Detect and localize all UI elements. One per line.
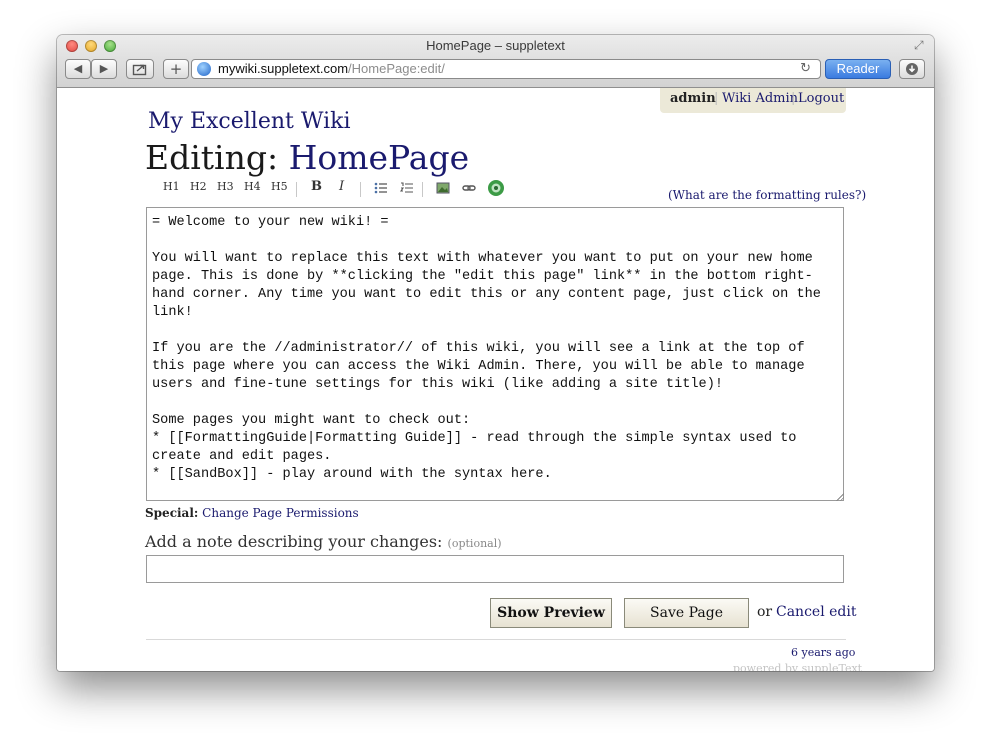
url-path: /HomePage:edit/	[348, 61, 445, 76]
heading1-button[interactable]: H1	[163, 180, 180, 193]
or-text: or	[757, 604, 773, 620]
logout-link[interactable]: Logout	[798, 88, 844, 110]
fullscreen-icon[interactable]: ⤢	[914, 38, 928, 52]
footer-divider	[146, 639, 846, 640]
download-icon	[906, 63, 918, 75]
divider: |	[714, 91, 719, 106]
page-title-name: HomePage	[288, 138, 470, 177]
user-bar: admin | Wiki Admin | Logout	[660, 88, 846, 113]
plus-icon: +	[169, 60, 183, 78]
forward-arrow-icon: ▶	[99, 62, 109, 75]
share-icon	[132, 64, 147, 76]
toolbar-divider	[296, 182, 297, 197]
downloads-button[interactable]	[899, 59, 925, 79]
toolbar-divider	[422, 182, 423, 197]
url-text: mywiki.suppletext.com/HomePage:edit/	[218, 60, 445, 78]
page-title: Editing: HomePage	[145, 138, 469, 177]
note-label: Add a note describing your changes: (opt…	[145, 532, 502, 551]
heading4-button[interactable]: H4	[244, 180, 261, 193]
globe-icon	[197, 62, 211, 76]
special-links: Special: Change Page Permissions	[145, 506, 359, 520]
toolbar-divider	[360, 182, 361, 197]
back-arrow-icon: ◀	[73, 62, 83, 75]
browser-toolbar: HomePage – suppletext ⤢ ◀ ▶ + mywiki.sup…	[57, 35, 934, 88]
share-button[interactable]	[126, 59, 154, 79]
forward-button[interactable]: ▶	[91, 59, 117, 79]
cancel-edit-link[interactable]: Cancel edit	[776, 604, 856, 620]
image-icon[interactable]	[436, 181, 450, 195]
browser-window: HomePage – suppletext ⤢ ◀ ▶ + mywiki.sup…	[57, 35, 934, 671]
link-icon[interactable]	[462, 181, 476, 195]
heading2-button[interactable]: H2	[190, 180, 207, 193]
powered-by-text[interactable]: powered by suppleText	[733, 662, 862, 671]
note-label-text: Add a note describing your changes:	[145, 532, 443, 551]
last-edited-time[interactable]: 6 years ago	[791, 646, 855, 659]
embed-media-icon[interactable]	[487, 179, 505, 197]
site-title-link[interactable]: My Excellent Wiki	[148, 109, 350, 134]
reader-button[interactable]: Reader	[825, 59, 891, 79]
new-tab-button[interactable]: +	[163, 59, 189, 79]
divider: |	[791, 91, 796, 106]
numbered-list-icon[interactable]	[400, 181, 414, 195]
heading3-button[interactable]: H3	[217, 180, 234, 193]
bulleted-list-icon[interactable]	[374, 181, 388, 195]
username: admin	[670, 91, 716, 106]
wiki-admin-link[interactable]: Wiki Admin	[722, 88, 798, 110]
italic-button[interactable]: I	[339, 179, 344, 194]
back-button[interactable]: ◀	[65, 59, 91, 79]
special-label: Special:	[145, 506, 199, 520]
change-page-permissions-link[interactable]: Change Page Permissions	[202, 506, 359, 520]
page-text-editor[interactable]: = Welcome to your new wiki! = You will w…	[146, 207, 844, 501]
save-page-button[interactable]: Save Page	[624, 598, 749, 628]
show-preview-button[interactable]: Show Preview	[490, 598, 612, 628]
page-title-prefix: Editing:	[145, 138, 279, 177]
address-bar[interactable]: mywiki.suppletext.com/HomePage:edit/ ↻	[191, 59, 821, 79]
reload-icon[interactable]: ↻	[800, 60, 811, 78]
window-title: HomePage – suppletext	[426, 38, 565, 53]
note-optional-hint: (optional)	[447, 537, 502, 550]
bold-button[interactable]: B	[311, 179, 322, 194]
url-host: mywiki.suppletext.com	[218, 61, 349, 76]
change-note-input[interactable]	[146, 555, 844, 583]
page-content: admin | Wiki Admin | Logout My Excellent…	[57, 88, 934, 671]
resize-handle-icon[interactable]	[835, 492, 844, 501]
formatting-rules-link[interactable]: (What are the formatting rules?)	[668, 188, 866, 202]
heading5-button[interactable]: H5	[271, 180, 288, 193]
